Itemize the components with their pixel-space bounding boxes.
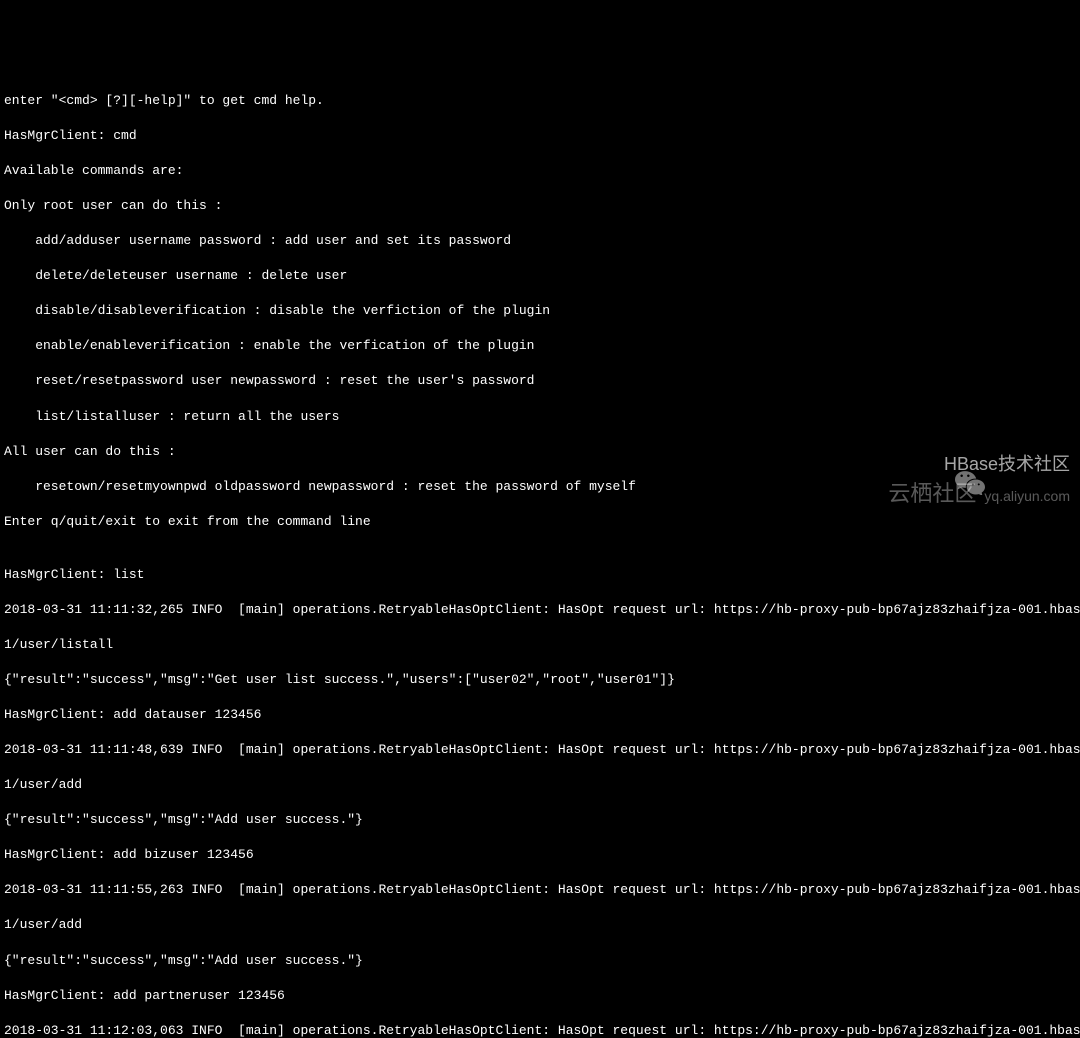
terminal-line: Available commands are: bbox=[4, 162, 1076, 180]
wechat-icon bbox=[908, 451, 938, 477]
terminal-line: HasMgrClient: cmd bbox=[4, 127, 1076, 145]
terminal-line: reset/resetpassword user newpassword : r… bbox=[4, 372, 1076, 390]
terminal-line: {"result":"success","msg":"Get user list… bbox=[4, 671, 1076, 689]
terminal-line: 2018-03-31 11:11:32,265 INFO [main] oper… bbox=[4, 601, 1076, 619]
terminal-line: list/listalluser : return all the users bbox=[4, 408, 1076, 426]
terminal-line: disable/disableverification : disable th… bbox=[4, 302, 1076, 320]
terminal-line: 2018-03-31 11:11:55,263 INFO [main] oper… bbox=[4, 881, 1076, 899]
terminal-line: 1/user/add bbox=[4, 916, 1076, 934]
yunqi-url: yq.aliyun.com bbox=[984, 487, 1070, 506]
terminal-line: {"result":"success","msg":"Add user succ… bbox=[4, 952, 1076, 970]
terminal-line: HasMgrClient: add datauser 123456 bbox=[4, 706, 1076, 724]
terminal-line: 2018-03-31 11:12:03,063 INFO [main] oper… bbox=[4, 1022, 1076, 1038]
terminal-output[interactable]: enter "<cmd> [?][-help]" to get cmd help… bbox=[4, 74, 1076, 1038]
watermark-overlay: HBase技术社区 云栖社区 yq.aliyun.com bbox=[888, 451, 1070, 509]
watermark-hbase: HBase技术社区 bbox=[908, 451, 1070, 477]
terminal-line: 1/user/listall bbox=[4, 636, 1076, 654]
terminal-line: HasMgrClient: add partneruser 123456 bbox=[4, 987, 1076, 1005]
terminal-line: 1/user/add bbox=[4, 776, 1076, 794]
terminal-line: HasMgrClient: add bizuser 123456 bbox=[4, 846, 1076, 864]
terminal-line: enable/enableverification : enable the v… bbox=[4, 337, 1076, 355]
terminal-line: add/adduser username password : add user… bbox=[4, 232, 1076, 250]
terminal-line: 2018-03-31 11:11:48,639 INFO [main] oper… bbox=[4, 741, 1076, 759]
terminal-line: enter "<cmd> [?][-help]" to get cmd help… bbox=[4, 92, 1076, 110]
terminal-line: delete/deleteuser username : delete user bbox=[4, 267, 1076, 285]
terminal-line: Only root user can do this : bbox=[4, 197, 1076, 215]
terminal-line: {"result":"success","msg":"Add user succ… bbox=[4, 811, 1076, 829]
terminal-line: HasMgrClient: list bbox=[4, 566, 1076, 584]
